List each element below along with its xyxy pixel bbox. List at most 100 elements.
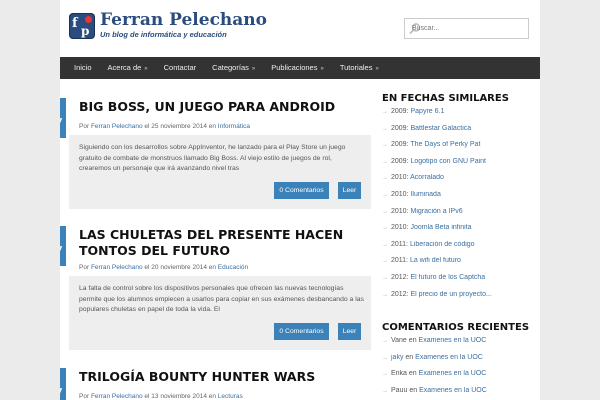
nav-item-label: Acerca de <box>107 63 142 72</box>
bullet-arrow-icon: → <box>382 241 388 248</box>
comments-button[interactable]: 0 Comentarios <box>274 182 329 199</box>
meta-prefix: Por <box>79 123 90 130</box>
list-item: → Vane en Examenes en la UOC <box>382 337 540 354</box>
read-more-button[interactable]: Leer <box>338 182 361 199</box>
comment-author-link[interactable]: jaky <box>391 354 403 361</box>
post-author-link[interactable]: Ferran Pelechano <box>91 393 143 400</box>
comment-sep: en <box>409 386 418 394</box>
submenu-arrow-icon: » <box>375 66 379 72</box>
comment-author: Vane <box>391 337 407 344</box>
comment-sep: en <box>405 353 414 361</box>
bullet-arrow-icon: → <box>382 208 388 215</box>
bullet-arrow-icon: → <box>382 338 388 344</box>
similar-post-link[interactable]: Liberación de código <box>410 241 475 248</box>
post-category-link[interactable]: Educación <box>218 264 248 271</box>
post-title[interactable]: BIG BOSS, UN JUEGO PARA ANDROID <box>79 99 349 115</box>
post-date-badge: 25 nov 201 <box>60 98 66 138</box>
nav-item-inicio[interactable]: Inicio <box>66 57 100 79</box>
post-month: nov <box>60 386 66 396</box>
similar-year: 2011: <box>391 257 408 265</box>
search-input[interactable] <box>412 25 512 32</box>
main-nav: Inicio Acerca de» Contactar Categorías» … <box>60 57 540 79</box>
comment-post-link[interactable]: Examenes en la UOC <box>415 354 483 361</box>
page: f p Ferran Pelechano Un blog de informát… <box>60 0 540 400</box>
read-more-button[interactable]: Leer <box>338 323 361 340</box>
list-item: → 2010: Joomla Beta infinita <box>382 224 540 241</box>
similar-post-link[interactable]: The Days of Perky Pat <box>410 141 480 148</box>
similar-dates-list: → 2009: Papyre 6.1 → 2009: Battlestar Gala… <box>382 108 540 307</box>
recent-comments-list: → Vane en Examenes en la UOC → jaky en Exa… <box>382 337 540 400</box>
similar-year: 2010: <box>391 190 409 198</box>
meta-prefix: Por <box>79 264 90 271</box>
list-item: → 2010: Acorralado <box>382 174 540 191</box>
list-item: → Erika en Examenes en la UOC <box>382 370 540 387</box>
post-title[interactable]: LAS CHULETAS DEL PRESENTE HACEN TONTOS D… <box>79 227 349 259</box>
similar-post-link[interactable]: Logotipo con GNU Paint <box>410 158 486 165</box>
bullet-arrow-icon: → <box>382 175 388 182</box>
comment-post-link[interactable]: Examenes en la UOC <box>419 387 487 394</box>
list-item: → 2009: Papyre 6.1 <box>382 108 540 125</box>
submenu-arrow-icon: » <box>320 66 324 72</box>
similar-post-link[interactable]: Papyre 6.1 <box>410 108 444 115</box>
similar-year: 2009: <box>391 157 409 165</box>
nav-item-publicaciones[interactable]: Publicaciones» <box>263 57 332 79</box>
bullet-arrow-icon: → <box>382 258 388 265</box>
bullet-arrow-icon: → <box>382 291 388 298</box>
sidebar: EN FECHAS SIMILARES → 2009: Papyre 6.1 → 2… <box>382 79 540 400</box>
meta-date: el 25 noviembre 2014 en <box>144 123 216 130</box>
similar-post-link[interactable]: Acorralado <box>410 174 444 181</box>
comment-post-link[interactable]: Examenes en la UOC <box>419 370 487 377</box>
recent-comments-heading: COMENTARIOS RECIENTES <box>382 322 530 333</box>
similar-dates-heading: EN FECHAS SIMILARES <box>382 93 509 104</box>
similar-post-link[interactable]: Iluminada <box>410 191 440 198</box>
post-excerpt: La falta de control sobre los dispositiv… <box>79 285 364 313</box>
post-list: 25 nov 201 BIG BOSS, UN JUEGO PARA ANDRO… <box>60 79 378 400</box>
post-date-badge: 20 nov 201 <box>60 226 66 266</box>
logo-dot <box>85 16 92 23</box>
similar-year: 2009: <box>391 108 409 115</box>
nav-item-contactar[interactable]: Contactar <box>156 57 205 79</box>
comments-button[interactable]: 0 Comentarios <box>274 323 329 340</box>
site-logo-icon[interactable]: f p <box>69 13 95 39</box>
post-day: 25 <box>60 101 66 111</box>
list-item: → 2011: La wifi del futuro <box>382 257 540 274</box>
nav-item-tutoriales[interactable]: Tutoriales» <box>332 57 387 79</box>
similar-post-link[interactable]: Battlestar Galactica <box>410 125 471 132</box>
list-item: → jaky en Examenes en la UOC <box>382 354 540 371</box>
similar-year: 2010: <box>391 207 409 215</box>
list-item: → 2009: Logotipo con GNU Paint <box>382 158 540 175</box>
similar-year: 2009: <box>391 141 409 149</box>
meta-prefix: Por <box>79 393 90 400</box>
submenu-arrow-icon: » <box>251 66 256 72</box>
bullet-arrow-icon: → <box>382 274 388 281</box>
similar-post-link[interactable]: El precio de un proyecto... <box>410 291 491 298</box>
post-month: nov <box>60 244 66 254</box>
similar-post-link[interactable]: La wifi del futuro <box>410 257 461 264</box>
post-title[interactable]: TRILOGÍA BOUNTY HUNTER WARS <box>79 369 349 385</box>
post-category-link[interactable]: Lecturas <box>218 393 243 400</box>
nav-item-label: Publicaciones <box>271 63 318 72</box>
post-author-link[interactable]: Ferran Pelechano <box>91 264 143 271</box>
submenu-arrow-icon: » <box>144 66 148 72</box>
logo-letter-p: p <box>81 24 90 38</box>
site-header: f p Ferran Pelechano Un blog de informát… <box>60 0 540 57</box>
post-author-link[interactable]: Ferran Pelechano <box>91 123 143 130</box>
similar-post-link[interactable]: El futuro de los Captcha <box>410 274 485 281</box>
comment-post-link[interactable]: Examenes en la UOC <box>419 337 487 344</box>
list-item: → Pauu en Examenes en la UOC <box>382 387 540 400</box>
bullet-arrow-icon: → <box>382 125 388 132</box>
similar-post-link[interactable]: Joomla Beta infinita <box>410 224 471 231</box>
meta-date: el 13 noviembre 2014 en <box>144 393 216 400</box>
similar-year: 2010: <box>391 174 409 182</box>
post-date-badge: 13 nov <box>60 368 66 400</box>
post-category-link[interactable]: Informática <box>218 123 250 130</box>
similar-post-link[interactable]: Migración a IPv6 <box>410 208 462 215</box>
nav-item-acerca-de[interactable]: Acerca de» <box>100 57 156 79</box>
post-day: 13 <box>60 371 66 381</box>
nav-item-categorias[interactable]: Categorías» <box>204 57 263 79</box>
similar-year: 2011: <box>391 240 408 248</box>
post-meta: Por Ferran Pelechano el 13 noviembre 201… <box>79 393 243 400</box>
site-subtitle: Un blog de informática y educación <box>100 30 227 39</box>
post-month: nov <box>60 116 66 126</box>
site-title[interactable]: Ferran Pelechano <box>100 10 267 30</box>
